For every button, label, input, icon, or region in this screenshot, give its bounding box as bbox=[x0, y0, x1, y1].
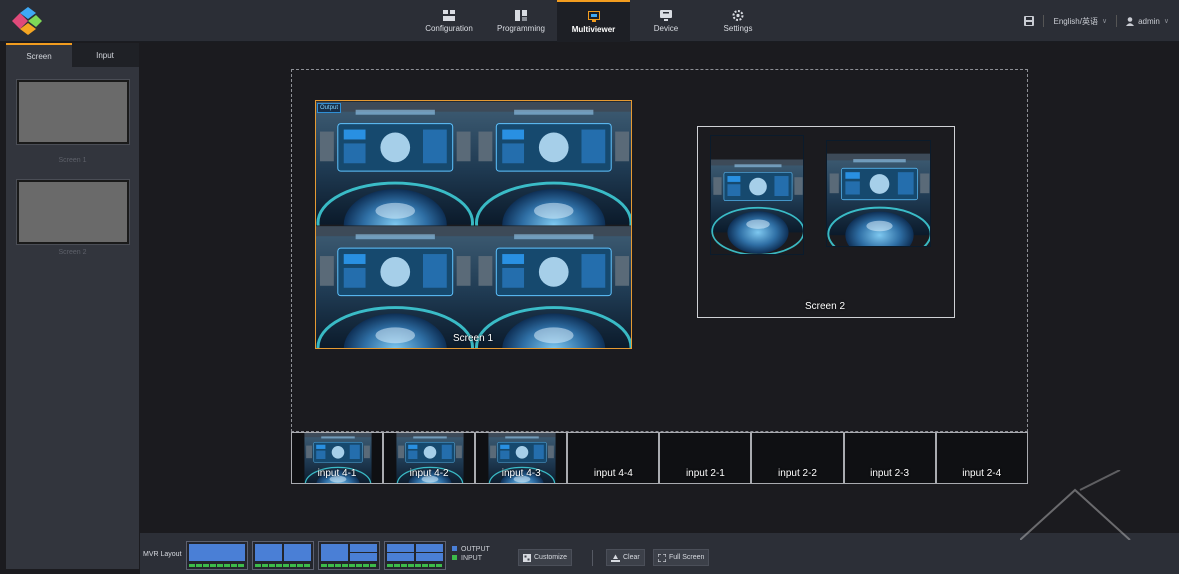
user-menu[interactable]: admin ∨ bbox=[1126, 17, 1169, 26]
input-label: input 4-4 bbox=[593, 468, 633, 479]
multiviewer-icon bbox=[587, 10, 600, 22]
layout-legend: OUTPUT INPUT bbox=[452, 545, 490, 563]
screen-2-thumbnail[interactable] bbox=[16, 179, 130, 245]
nav-settings-label: Settings bbox=[723, 23, 753, 33]
nav-multiviewer-label: Multiviewer bbox=[571, 24, 616, 34]
sidebar-tabs: Screen Input bbox=[6, 43, 139, 67]
mvr-layout-4[interactable] bbox=[384, 541, 446, 570]
layout-4-icon bbox=[387, 544, 443, 567]
nav-device[interactable]: Device bbox=[630, 0, 702, 42]
watermark-graphic bbox=[1020, 470, 1131, 540]
top-right-controls: English/英语 ∨ admin ∨ bbox=[1024, 0, 1169, 42]
nav-device-label: Device bbox=[653, 23, 679, 33]
main-nav: Configuration Programming Multiviewer De… bbox=[413, 0, 774, 42]
legend-output-label: OUTPUT bbox=[461, 546, 490, 553]
full-screen-button[interactable]: Full Screen bbox=[653, 549, 710, 566]
clear-label: Clear bbox=[623, 554, 640, 561]
nav-configuration[interactable]: Configuration bbox=[413, 0, 485, 42]
chevron-down-icon: ∨ bbox=[1163, 18, 1169, 25]
full-screen-icon bbox=[658, 553, 666, 562]
input-source-2-3[interactable]: input 2-3 bbox=[843, 432, 936, 484]
nav-programming[interactable]: Programming bbox=[485, 0, 557, 42]
divider bbox=[592, 550, 593, 566]
mvr-layout-label: MVR Layout bbox=[143, 551, 182, 558]
programming-icon bbox=[515, 9, 527, 21]
screen-1-thumbnail[interactable] bbox=[16, 79, 130, 145]
divider bbox=[1116, 15, 1118, 27]
clear-button[interactable]: Clear bbox=[606, 549, 645, 566]
input-label: input 4-2 bbox=[409, 468, 449, 479]
screen-1-label: Screen 1 bbox=[453, 333, 494, 344]
mvr-layout-1[interactable] bbox=[186, 541, 248, 570]
screen-2-layer-1[interactable] bbox=[710, 135, 804, 255]
input-label: input 2-2 bbox=[778, 468, 817, 479]
screen-1-name: Screen 1 bbox=[58, 157, 87, 164]
input-strip: input 4-1 input 4-2 input 4-3 input 4-4 … bbox=[291, 432, 1028, 484]
screen-sidebar: Screen Input Screen 1 Screen 2 bbox=[6, 43, 139, 569]
save-icon[interactable] bbox=[1024, 16, 1035, 26]
input-label: input 4-3 bbox=[501, 468, 541, 479]
nav-programming-label: Programming bbox=[496, 23, 545, 33]
input-source-4-4[interactable]: input 4-4 bbox=[567, 432, 660, 484]
input-source-4-2[interactable]: input 4-2 bbox=[383, 432, 476, 484]
full-screen-label: Full Screen bbox=[669, 554, 705, 561]
layout-3-icon bbox=[321, 544, 377, 567]
clear-icon bbox=[611, 554, 620, 562]
tab-input[interactable]: Input bbox=[72, 43, 138, 67]
screen-2-name: Screen 2 bbox=[58, 249, 87, 256]
tab-screen[interactable]: Screen bbox=[6, 43, 72, 67]
input-label: input 2-3 bbox=[870, 468, 910, 479]
input-label: input 4-1 bbox=[317, 468, 357, 479]
customize-label: Customize bbox=[534, 554, 568, 561]
screen-1-window[interactable]: Output Screen 1 bbox=[315, 100, 632, 349]
logo-icon bbox=[12, 7, 42, 35]
customize-button[interactable]: Customize bbox=[518, 549, 573, 566]
nav-settings[interactable]: Settings bbox=[702, 0, 774, 42]
input-label: input 2-1 bbox=[685, 468, 725, 479]
nav-multiviewer[interactable]: Multiviewer bbox=[557, 0, 630, 42]
layout-1-icon bbox=[189, 544, 245, 567]
screen-2-label: Screen 2 bbox=[805, 301, 846, 312]
legend-output: OUTPUT bbox=[452, 545, 490, 554]
language-label: English/英语 bbox=[1053, 16, 1098, 26]
output-tag: Output bbox=[317, 103, 342, 113]
layer-preview bbox=[827, 152, 930, 246]
screen-2-layer-2[interactable] bbox=[826, 140, 931, 247]
mvr-layout-2[interactable] bbox=[252, 541, 314, 570]
multiviewer-app: Configuration Programming Multiviewer De… bbox=[0, 0, 1179, 574]
chevron-down-icon: ∨ bbox=[1101, 18, 1108, 25]
input-source-2-4[interactable]: input 2-4 bbox=[935, 432, 1028, 484]
layer-preview bbox=[711, 158, 803, 254]
input-source-4-1[interactable]: input 4-1 bbox=[291, 432, 384, 484]
input-label: input 2-4 bbox=[962, 468, 1002, 479]
configuration-icon bbox=[443, 9, 455, 21]
divider bbox=[1043, 15, 1045, 27]
language-dropdown[interactable]: English/英语 ∨ bbox=[1053, 16, 1107, 27]
nav-configuration-label: Configuration bbox=[425, 23, 473, 33]
top-bar: Configuration Programming Multiviewer De… bbox=[0, 0, 1179, 42]
input-source-4-3[interactable]: input 4-3 bbox=[475, 432, 568, 484]
settings-icon bbox=[732, 9, 744, 21]
legend-input: INPUT bbox=[452, 554, 490, 563]
device-icon bbox=[660, 9, 672, 21]
username: admin bbox=[1138, 16, 1160, 26]
input-source-2-1[interactable]: input 2-1 bbox=[659, 432, 752, 484]
user-icon bbox=[1126, 16, 1135, 26]
layout-2-icon bbox=[255, 544, 311, 567]
input-source-2-2[interactable]: input 2-2 bbox=[751, 432, 844, 484]
mvr-layout-3[interactable] bbox=[318, 541, 380, 570]
customize-icon bbox=[523, 553, 531, 562]
screen-1-preview bbox=[316, 101, 631, 348]
legend-input-label: INPUT bbox=[461, 555, 482, 562]
